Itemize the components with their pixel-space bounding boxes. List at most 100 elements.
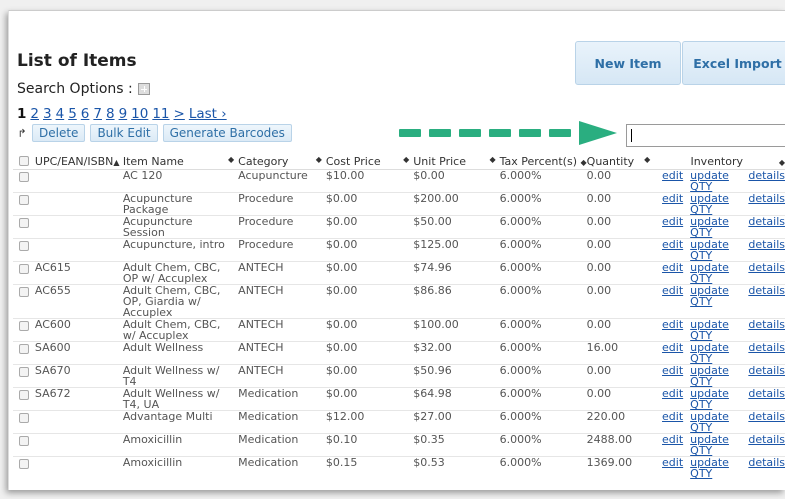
generate-barcodes-button[interactable]: Generate Barcodes xyxy=(162,124,292,142)
edit-link[interactable]: edit xyxy=(662,364,683,377)
col-tax-percent[interactable]: Tax Percent(s) ◆ xyxy=(499,154,587,170)
new-item-button[interactable]: New Item xyxy=(575,41,681,85)
table-row: AC655 Adult Chem, CBC, OP, Giardia w/ Acc… xyxy=(13,284,785,319)
row-checkbox[interactable] xyxy=(19,390,29,400)
details-link[interactable]: details xyxy=(748,456,785,469)
update-qty-link[interactable]: update QTY xyxy=(690,411,729,433)
details-link[interactable]: details xyxy=(748,261,785,274)
update-qty-link[interactable]: update QTY xyxy=(690,457,729,479)
update-qty-link[interactable]: update QTY xyxy=(690,342,729,364)
page-link[interactable]: 9 xyxy=(119,106,128,122)
row-checkbox[interactable] xyxy=(19,413,29,423)
details-link[interactable]: details xyxy=(748,192,785,205)
col-item-name[interactable]: Item Name ◆ xyxy=(122,154,239,170)
last-page-link[interactable]: Last › xyxy=(189,106,227,122)
col-category[interactable]: Category ◆ xyxy=(238,154,326,170)
page-link[interactable]: 7 xyxy=(93,106,102,122)
page-link[interactable]: 8 xyxy=(106,106,115,122)
row-checkbox[interactable] xyxy=(19,459,29,469)
details-link[interactable]: details xyxy=(748,341,785,354)
next-page-link[interactable]: > xyxy=(174,106,185,122)
unit-price-cell: $50.00 xyxy=(413,215,452,228)
edit-link[interactable]: edit xyxy=(662,318,683,331)
edit-link[interactable]: edit xyxy=(662,456,683,469)
select-all-checkbox[interactable] xyxy=(19,156,29,166)
edit-link[interactable]: edit xyxy=(662,192,683,205)
page-link[interactable]: 3 xyxy=(43,106,52,122)
edit-link[interactable]: edit xyxy=(662,341,683,354)
update-qty-link[interactable]: update QTY xyxy=(690,239,729,261)
edit-link[interactable]: edit xyxy=(662,215,683,228)
update-qty-link[interactable]: update QTY xyxy=(690,365,729,387)
row-checkbox[interactable] xyxy=(19,241,29,251)
details-link[interactable]: details xyxy=(748,433,785,446)
items-table: UPC/EAN/ISBN▲ Item Name ◆ Category ◆ Cos… xyxy=(13,154,785,479)
page-link[interactable]: 4 xyxy=(56,106,65,122)
search-input[interactable] xyxy=(626,124,785,147)
row-checkbox[interactable] xyxy=(19,264,29,274)
delete-button[interactable]: Delete xyxy=(32,124,86,142)
unit-price-cell: $100.00 xyxy=(413,318,459,331)
update-qty-link[interactable]: update QTY xyxy=(690,285,729,307)
edit-link[interactable]: edit xyxy=(662,238,683,251)
item-name-cell: Amoxicillin xyxy=(122,456,183,469)
page-link[interactable]: 10 xyxy=(131,106,148,122)
edit-link[interactable]: edit xyxy=(662,433,683,446)
details-link[interactable]: details xyxy=(748,318,785,331)
tax-percent-cell: 6.000% xyxy=(499,341,542,354)
col-cost-price[interactable]: Cost Price ◆ xyxy=(325,154,414,170)
edit-link[interactable]: edit xyxy=(662,410,683,423)
col-upc[interactable]: UPC/EAN/ISBN▲ xyxy=(34,154,123,170)
details-link[interactable]: details xyxy=(748,387,785,400)
row-checkbox[interactable] xyxy=(19,195,29,205)
cost-price-cell: $0.00 xyxy=(325,238,358,251)
quantity-cell: 220.00 xyxy=(586,410,626,423)
category-cell: Medication xyxy=(238,387,299,400)
update-qty-link[interactable]: update QTY xyxy=(690,193,729,215)
bulk-edit-button[interactable]: Bulk Edit xyxy=(90,124,158,142)
row-checkbox[interactable] xyxy=(19,321,29,331)
row-checkbox[interactable] xyxy=(19,218,29,228)
expand-plus-icon[interactable] xyxy=(137,83,150,95)
details-link[interactable]: details xyxy=(748,410,785,423)
details-link[interactable]: details xyxy=(748,215,785,228)
excel-import-button[interactable]: Excel Import xyxy=(682,41,785,85)
page-link[interactable]: 6 xyxy=(81,106,90,122)
edit-link[interactable]: edit xyxy=(662,284,683,297)
unit-price-cell: $125.00 xyxy=(413,238,459,251)
search-options[interactable]: Search Options : xyxy=(17,81,150,97)
page-link[interactable]: 2 xyxy=(30,106,39,122)
row-checkbox[interactable] xyxy=(19,367,29,377)
quantity-cell: 0.00 xyxy=(586,364,612,377)
tax-percent-cell: 6.000% xyxy=(499,238,542,251)
page-link[interactable]: 5 xyxy=(68,106,77,122)
page-link[interactable]: 11 xyxy=(152,106,169,122)
update-qty-link[interactable]: update QTY xyxy=(690,388,729,410)
update-qty-link[interactable]: update QTY xyxy=(690,319,729,341)
update-qty-link[interactable]: update QTY xyxy=(690,216,729,238)
col-unit-price[interactable]: Unit Price ◆ xyxy=(413,154,500,170)
update-qty-link[interactable]: update QTY xyxy=(690,262,729,284)
row-checkbox[interactable] xyxy=(19,172,29,182)
row-checkbox[interactable] xyxy=(19,287,29,297)
details-link[interactable]: details xyxy=(748,238,785,251)
details-link[interactable]: details xyxy=(748,169,785,182)
edit-link[interactable]: edit xyxy=(662,261,683,274)
table-row: SA670 Adult Wellness w/ T4 ANTECH $0.00 $50.… xyxy=(13,364,785,388)
row-checkbox[interactable] xyxy=(19,344,29,354)
edit-link[interactable]: edit xyxy=(662,387,683,400)
items-panel: List of Items New Item Excel Import Sear… xyxy=(8,10,785,490)
details-link[interactable]: details xyxy=(748,284,785,297)
details-link[interactable]: details xyxy=(748,364,785,377)
edit-link[interactable]: edit xyxy=(662,169,683,182)
update-qty-link[interactable]: update QTY xyxy=(690,170,729,192)
row-checkbox[interactable] xyxy=(19,436,29,446)
cost-price-cell: $0.10 xyxy=(325,433,358,446)
category-cell: ANTECH xyxy=(238,261,284,274)
unit-price-cell: $0.00 xyxy=(413,169,445,182)
item-name-cell: Adult Wellness xyxy=(122,341,204,354)
col-quantity[interactable]: Quantity ◆ xyxy=(586,154,655,170)
item-name-cell: Acupuncture Package xyxy=(122,192,193,216)
quantity-cell: 16.00 xyxy=(586,341,619,354)
update-qty-link[interactable]: update QTY xyxy=(690,434,729,456)
